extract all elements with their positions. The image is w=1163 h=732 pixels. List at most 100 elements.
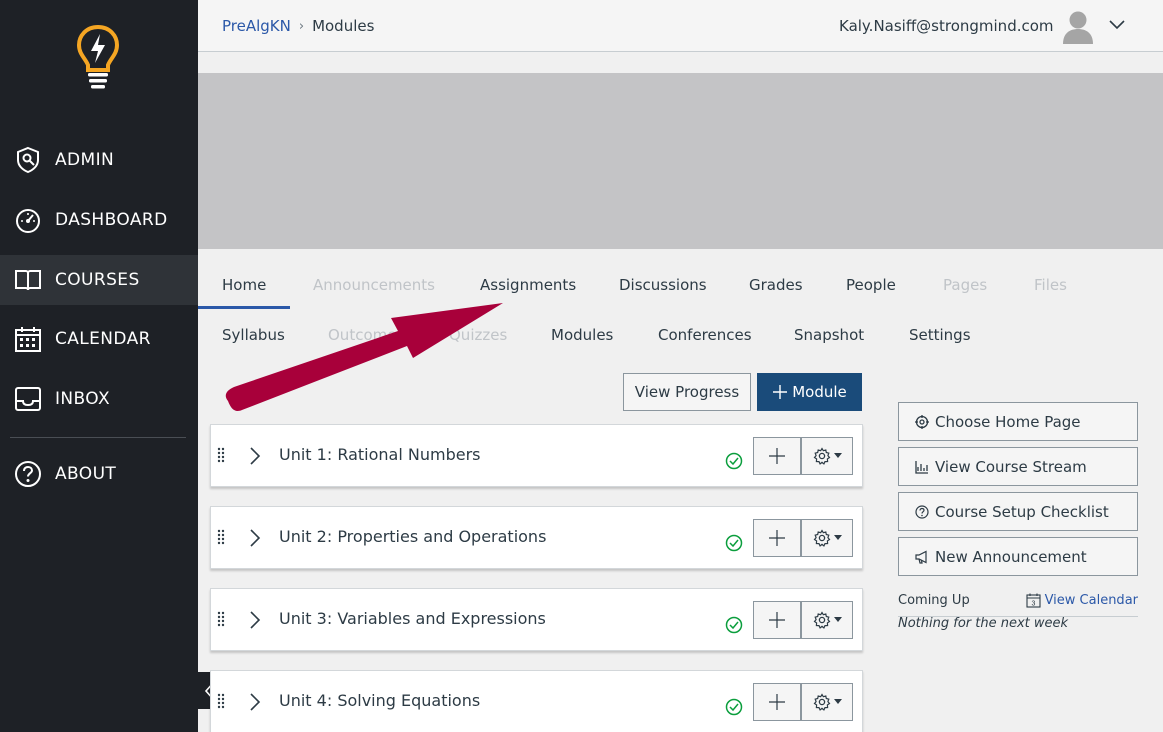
lightbulb-logo-icon[interactable] (76, 24, 120, 90)
published-check-icon[interactable] (725, 698, 743, 716)
module-title[interactable]: Unit 1: Rational Numbers (279, 445, 480, 464)
tab-people[interactable]: People (846, 276, 896, 294)
tab-grades[interactable]: Grades (749, 276, 803, 294)
dashboard-gauge-icon (14, 206, 42, 234)
published-check-icon[interactable] (725, 534, 743, 552)
tab-home[interactable]: Home (222, 276, 266, 294)
sidebar-item-calendar[interactable]: CALENDAR (0, 314, 198, 364)
module-row: Unit 2: Properties and Operations (210, 506, 863, 569)
module-row: Unit 4: Solving Equations (210, 670, 863, 732)
drag-handle-icon[interactable] (217, 611, 225, 627)
caret-down-icon (833, 535, 842, 540)
sidebar-item-label: CALENDAR (55, 329, 151, 349)
side-button-label: View Course Stream (935, 457, 1087, 476)
view-progress-button[interactable]: View Progress (623, 373, 751, 411)
module-settings-button[interactable] (801, 437, 853, 475)
global-nav-sidebar: ADMIN DASHBOARD COURSES CALENDAR INBOX A… (0, 0, 198, 732)
calendar-day-icon: 3 (1026, 593, 1041, 608)
question-circle-icon (915, 504, 929, 519)
tab-modules[interactable]: Modules (551, 326, 613, 344)
sidebar-divider (10, 437, 186, 438)
drag-handle-icon[interactable] (217, 447, 225, 463)
tab-quizzes[interactable]: Quizzes (449, 326, 507, 344)
chevron-down-icon[interactable] (1108, 16, 1126, 34)
tab-snapshot[interactable]: Snapshot (794, 326, 864, 344)
gear-icon (813, 447, 830, 465)
add-item-button[interactable] (753, 683, 801, 721)
coming-up-label: Coming Up (898, 593, 970, 608)
tab-conferences[interactable]: Conferences (658, 326, 752, 344)
add-item-button[interactable] (753, 437, 801, 475)
module-settings-button[interactable] (801, 519, 853, 557)
course-setup-checklist-button[interactable]: Course Setup Checklist (898, 492, 1138, 531)
view-course-stream-button[interactable]: View Course Stream (898, 447, 1138, 486)
published-check-icon[interactable] (725, 452, 743, 470)
sidebar-item-label: ADMIN (55, 150, 115, 170)
tab-files[interactable]: Files (1034, 276, 1067, 294)
add-item-button[interactable] (753, 519, 801, 557)
add-item-button[interactable] (753, 601, 801, 639)
tab-assignments[interactable]: Assignments (480, 276, 576, 294)
caret-down-icon (833, 453, 842, 458)
sidebar-item-dashboard[interactable]: DASHBOARD (0, 195, 198, 245)
module-settings-button[interactable] (801, 683, 853, 721)
view-calendar-label: View Calendar (1044, 593, 1138, 608)
help-circle-icon (14, 460, 42, 488)
published-check-icon[interactable] (725, 616, 743, 634)
chevron-right-icon[interactable] (247, 610, 263, 630)
caret-down-icon (833, 617, 842, 622)
plus-icon (769, 448, 785, 464)
choose-home-page-button[interactable]: Choose Home Page (898, 402, 1138, 441)
add-module-button[interactable]: Module (757, 373, 862, 411)
tab-settings[interactable]: Settings (909, 326, 971, 344)
caret-down-icon (833, 699, 842, 704)
gear-icon (813, 693, 830, 711)
plus-icon (769, 694, 785, 710)
target-icon (915, 414, 929, 429)
tab-outcomes[interactable]: Outcomes (328, 326, 404, 344)
breadcrumb-current-page: Modules (312, 17, 375, 35)
admin-shield-icon (14, 146, 42, 174)
module-title[interactable]: Unit 4: Solving Equations (279, 691, 480, 710)
view-calendar-link[interactable]: 3 View Calendar (1026, 593, 1138, 608)
chevron-right-icon[interactable] (247, 528, 263, 548)
sidebar-item-courses[interactable]: COURSES (0, 255, 198, 305)
drag-handle-icon[interactable] (217, 693, 225, 709)
add-module-label: Module (792, 383, 847, 401)
tab-discussions[interactable]: Discussions (619, 276, 707, 294)
module-row: Unit 1: Rational Numbers (210, 424, 863, 487)
user-avatar-icon[interactable] (1062, 10, 1094, 44)
new-announcement-button[interactable]: New Announcement (898, 537, 1138, 576)
module-title[interactable]: Unit 2: Properties and Operations (279, 527, 546, 546)
drag-handle-icon[interactable] (217, 529, 225, 545)
sidebar-item-label: COURSES (55, 270, 140, 290)
breadcrumb-course-link[interactable]: PreAlgKN (222, 17, 291, 35)
sidebar-item-label: INBOX (55, 389, 111, 409)
chevron-right-icon[interactable] (247, 446, 263, 466)
sidebar-item-admin[interactable]: ADMIN (0, 135, 198, 185)
tab-announcements[interactable]: Announcements (313, 276, 435, 294)
sidebar-item-label: DASHBOARD (55, 210, 168, 230)
course-banner-image (198, 73, 1163, 249)
coming-up-empty-message: Nothing for the next week (898, 616, 1069, 631)
top-header: PreAlgKN › Modules Kaly.Nasiff@strongmin… (198, 0, 1163, 52)
module-settings-button[interactable] (801, 601, 853, 639)
sidebar-item-about[interactable]: ABOUT (0, 449, 198, 499)
calendar-day-number: 3 (1031, 601, 1035, 608)
chevron-right-icon[interactable] (247, 692, 263, 712)
tab-pages[interactable]: Pages (943, 276, 987, 294)
breadcrumb-separator-icon: › (298, 18, 305, 34)
module-title[interactable]: Unit 3: Variables and Expressions (279, 609, 546, 628)
breadcrumb: PreAlgKN › Modules (222, 17, 374, 35)
gear-icon (813, 529, 830, 547)
gear-icon (813, 611, 830, 629)
plus-icon (769, 530, 785, 546)
sidebar-item-inbox[interactable]: INBOX (0, 374, 198, 424)
coming-up-header: Coming Up 3 View Calendar (898, 593, 1138, 617)
courses-book-icon (14, 266, 42, 294)
module-row: Unit 3: Variables and Expressions (210, 588, 863, 651)
user-email[interactable]: Kaly.Nasiff@strongmind.com (839, 17, 1054, 35)
active-tab-indicator (198, 306, 290, 309)
plus-icon (773, 385, 788, 399)
tab-syllabus[interactable]: Syllabus (222, 326, 285, 344)
